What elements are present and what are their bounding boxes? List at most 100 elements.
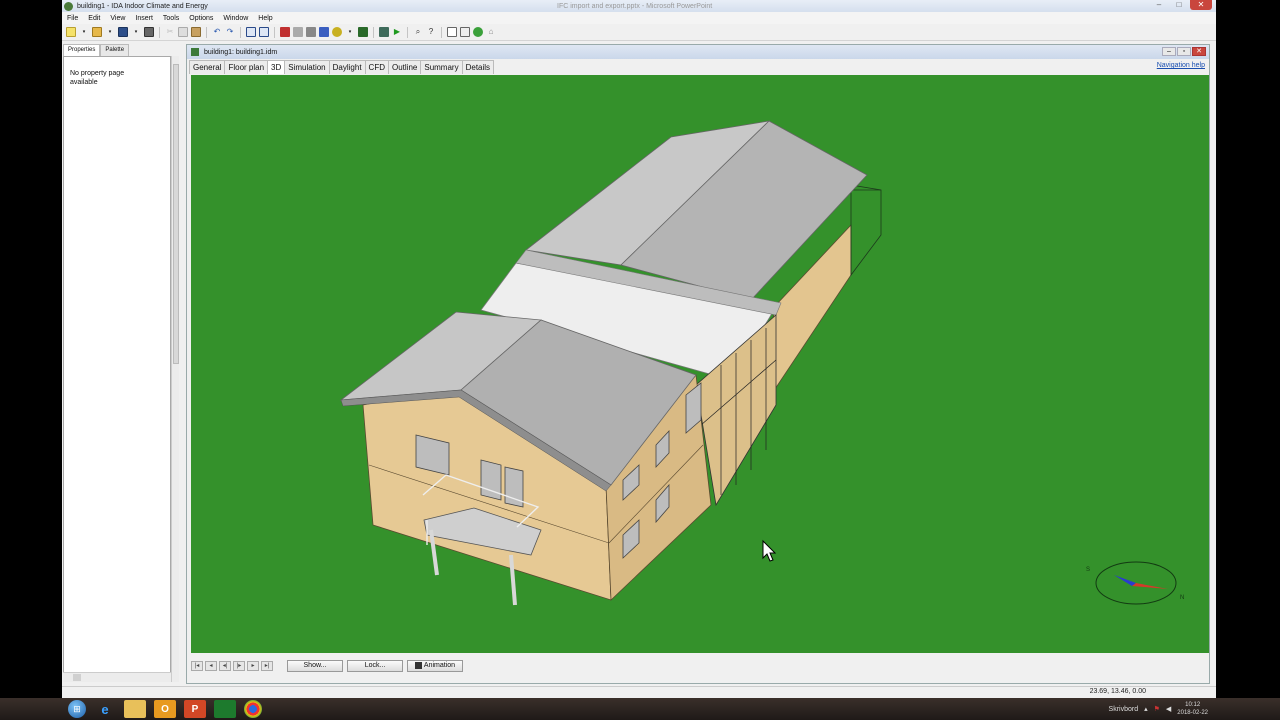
animation-button[interactable]: Animation: [407, 660, 463, 672]
run-icon[interactable]: [379, 27, 389, 37]
outlook-icon[interactable]: O: [154, 700, 176, 718]
viewport-controls: |◂ ◂ ◂| |▸ ▸ ▸| Show... Lock... Animatio…: [189, 657, 1207, 675]
tab-outline[interactable]: Outline: [388, 60, 422, 74]
ida-ice-icon[interactable]: [214, 700, 236, 718]
3d-viewport[interactable]: S N: [191, 75, 1209, 653]
zoom-icon[interactable]: ⌕: [413, 27, 423, 37]
tray-arrow-icon[interactable]: ▴: [1144, 705, 1148, 713]
desktop-label[interactable]: Skrivbord: [1109, 706, 1139, 713]
tab-daylight[interactable]: Daylight: [328, 60, 366, 74]
document-window: building1: building1.idm – ▫ ✕ General F…: [186, 44, 1210, 684]
app-logo-icon: [64, 1, 73, 11]
cut-icon[interactable]: ✂: [165, 27, 175, 37]
report-icon[interactable]: [447, 27, 457, 37]
title-bar: building1 - IDA Indoor Climate and Energ…: [62, 0, 1216, 12]
maximize-button[interactable]: □: [1170, 0, 1188, 10]
split-icon[interactable]: [259, 27, 269, 37]
tab-cfd[interactable]: CFD: [364, 60, 389, 74]
house-icon[interactable]: ⌂: [486, 27, 496, 37]
panel-body: No property page available: [63, 56, 171, 682]
internet-explorer-icon[interactable]: e: [94, 700, 116, 718]
prev-frame-button[interactable]: ◂: [205, 661, 217, 671]
menu-insert[interactable]: Insert: [130, 15, 158, 22]
open-icon[interactable]: [92, 27, 102, 37]
dropdown-arrow-icon[interactable]: ▾: [79, 27, 89, 37]
tab-summary[interactable]: Summary: [420, 60, 463, 74]
scroll-thumb[interactable]: [73, 674, 81, 681]
building-3d-model[interactable]: S N: [191, 75, 1209, 653]
document-icon: [191, 48, 199, 56]
navigation-help-link[interactable]: Navigation help: [1157, 62, 1205, 69]
menu-help[interactable]: Help: [253, 15, 277, 22]
menu-tools[interactable]: Tools: [158, 15, 184, 22]
help-icon[interactable]: ?: [426, 27, 436, 37]
step-forward-button[interactable]: |▸: [233, 661, 245, 671]
start-button[interactable]: ⊞: [68, 700, 86, 718]
show-button[interactable]: Show...: [287, 660, 343, 672]
zone-icon[interactable]: [293, 27, 303, 37]
tab-properties[interactable]: Properties: [63, 44, 101, 56]
app-window: building1 - IDA Indoor Climate and Energ…: [62, 0, 1216, 698]
plant-icon[interactable]: [358, 27, 368, 37]
rear-wireframe: [850, 184, 882, 277]
volume-icon[interactable]: ◀: [1166, 705, 1171, 713]
undo-icon[interactable]: ↶: [212, 27, 222, 37]
redo-icon[interactable]: ↷: [225, 27, 235, 37]
print-icon[interactable]: [144, 27, 154, 37]
panel-vertical-scrollbar[interactable]: [171, 56, 179, 682]
dropdown-arrow-icon[interactable]: ▾: [131, 27, 141, 37]
tab-simulation[interactable]: Simulation: [284, 60, 330, 74]
copy-icon[interactable]: [178, 27, 188, 37]
doc-restore-button[interactable]: ▫: [1177, 47, 1191, 56]
next-frame-button[interactable]: ▸: [247, 661, 259, 671]
doc-close-button[interactable]: ✕: [1192, 47, 1206, 56]
first-frame-button[interactable]: |◂: [191, 661, 203, 671]
tab-details[interactable]: Details: [461, 60, 495, 74]
clock[interactable]: 10:12 2018-02-22: [1177, 701, 1208, 717]
last-frame-button[interactable]: ▸|: [261, 661, 273, 671]
new-icon[interactable]: [66, 27, 76, 37]
menu-view[interactable]: View: [105, 15, 130, 22]
wall-icon[interactable]: [306, 27, 316, 37]
status-bar: 23.69, 13.46, 0.00: [62, 686, 1216, 698]
start-simulation-icon[interactable]: ▶: [392, 27, 402, 37]
taskbar: ⊞ e O P Skrivbord ▴ ⚑ ◀ 10:12 2018-02-22: [0, 698, 1280, 720]
system-icon[interactable]: [332, 27, 342, 37]
object-icon[interactable]: [319, 27, 329, 37]
window-title: building1 - IDA Indoor Climate and Energ…: [77, 2, 208, 10]
dropdown-arrow-icon[interactable]: ▾: [345, 27, 355, 37]
background-window-title: IFC import and export.pptx - Microsoft P…: [557, 2, 713, 10]
tab-floor-plan[interactable]: Floor plan: [224, 60, 269, 74]
flag-icon[interactable]: ⚑: [1154, 705, 1160, 713]
save-icon[interactable]: [118, 27, 128, 37]
panel-horizontal-scrollbar[interactable]: [63, 672, 171, 682]
menu-options[interactable]: Options: [184, 15, 218, 22]
animation-label: Animation: [423, 662, 456, 669]
lock-button[interactable]: Lock...: [347, 660, 403, 672]
clock-date: 2018-02-22: [1177, 710, 1208, 716]
close-button[interactable]: ✕: [1190, 0, 1212, 10]
minimize-button[interactable]: –: [1150, 0, 1168, 10]
plant-green-icon[interactable]: [473, 27, 483, 37]
tab-3d[interactable]: 3D: [267, 60, 286, 74]
tab-general[interactable]: General: [189, 60, 226, 74]
chrome-icon[interactable]: [244, 700, 262, 718]
doc-minimize-button[interactable]: –: [1162, 47, 1176, 56]
menu-file[interactable]: File: [62, 15, 83, 22]
powerpoint-icon[interactable]: P: [184, 700, 206, 718]
tab-palette[interactable]: Palette: [100, 44, 130, 56]
table-icon[interactable]: [460, 27, 470, 37]
step-back-button[interactable]: ◂|: [219, 661, 231, 671]
paste-icon[interactable]: [191, 27, 201, 37]
dropdown-arrow-icon[interactable]: ▾: [105, 27, 115, 37]
file-explorer-icon[interactable]: [124, 700, 146, 718]
layout-icon[interactable]: [246, 27, 256, 37]
document-title: building1: building1.idm: [204, 48, 278, 56]
letterbox-right: [1216, 0, 1280, 698]
toolbar-separator: [159, 26, 160, 38]
scroll-thumb[interactable]: [173, 64, 179, 364]
menu-window[interactable]: Window: [218, 15, 253, 22]
building-icon[interactable]: [280, 27, 290, 37]
toolbar-separator: [240, 26, 241, 38]
menu-edit[interactable]: Edit: [83, 15, 105, 22]
